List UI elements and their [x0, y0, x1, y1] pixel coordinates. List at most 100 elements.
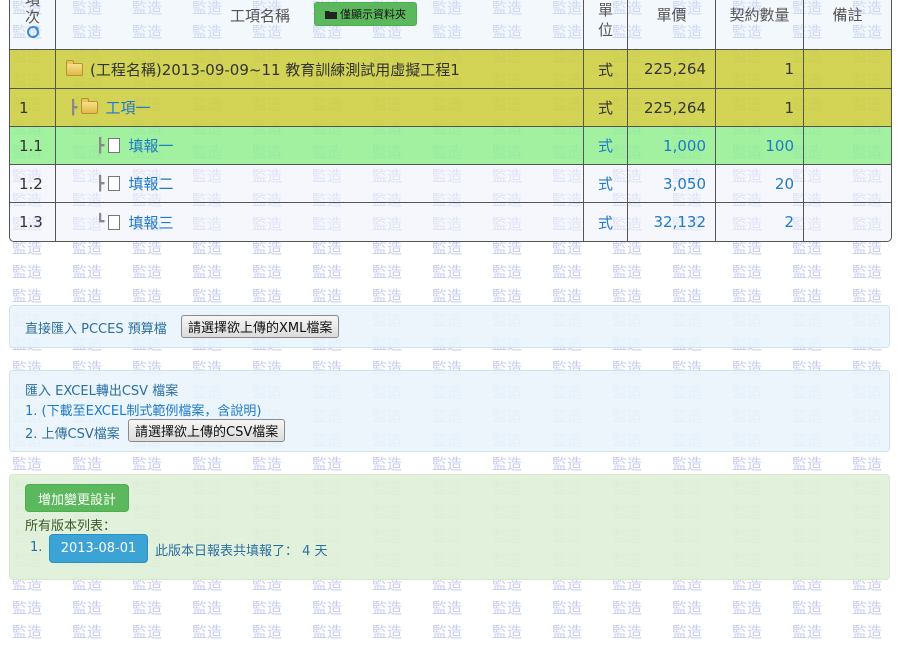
work-items-table: 項 次 工項名稱 僅顯示資料夾 單 位 單價 契約數量 備註 (工程名稱)201… — [9, 0, 892, 242]
version-panel: 增加變更設計 所有版本列表： 1. 2013-08-01 此版本日報表共填報了：… — [9, 474, 890, 580]
watermark-text: 監造 — [732, 455, 763, 473]
row-name: ┗ 填報三 — [55, 203, 583, 241]
watermark-text: 監造 — [12, 263, 43, 281]
row-unit: 式 — [583, 89, 627, 126]
watermark-text: 監造 — [312, 599, 343, 617]
watermark-text: 監造 — [672, 599, 703, 617]
version-item-index: 1. — [30, 540, 43, 555]
subitem-link[interactable]: 填報三 — [128, 212, 173, 233]
table-row-item[interactable]: 1 ┣ 工項一 式 225,264 1 — [10, 88, 891, 126]
table-row-subitem[interactable]: 1.3 ┗ 填報三 式 32,132 2 — [10, 202, 891, 241]
add-change-design-button[interactable]: 增加變更設計 — [25, 484, 130, 512]
watermark-text: 監造 — [552, 455, 583, 473]
row-name: ┣ 工項一 — [55, 89, 583, 126]
header-unit-line1: 單 — [597, 1, 613, 19]
row-price: 32,132 — [627, 203, 715, 241]
watermark-text: 監造 — [132, 287, 163, 305]
table-row-project[interactable]: (工程名稱)2013-09-09~11 教育訓練測試用虛擬工程1 式 225,2… — [10, 49, 891, 88]
watermark-text: 監造 — [612, 623, 643, 641]
watermark-text: 監造 — [852, 287, 883, 305]
subitem-link[interactable]: 填報二 — [128, 173, 173, 194]
header-qty: 契約數量 — [715, 0, 803, 49]
watermark-text: 監造 — [192, 599, 223, 617]
header-note: 備註 — [803, 0, 891, 49]
row-note — [803, 89, 891, 126]
version-report-count: 此版本日報表共填報了： 4 天 — [155, 544, 328, 559]
watermark-text: 監造 — [252, 599, 283, 617]
folder-only-label: 僅顯示資料夾 — [340, 8, 406, 21]
refresh-icon[interactable] — [26, 25, 40, 39]
tree-branch-icon: ┣ — [96, 137, 105, 154]
watermark-text: 監造 — [132, 623, 163, 641]
row-note — [803, 165, 891, 202]
row-unit: 式 — [583, 50, 627, 88]
watermark-text: 監造 — [732, 263, 763, 281]
watermark-text: 監造 — [792, 455, 823, 473]
watermark-text: 監造 — [852, 263, 883, 281]
excel-template-download-link[interactable]: 1. (下載至EXCEL制式範例檔案，含說明) — [25, 400, 261, 419]
header-unit: 單 位 — [583, 0, 627, 49]
watermark-text: 監造 — [672, 623, 703, 641]
subitem-link[interactable]: 填報一 — [128, 135, 173, 156]
csv-upload-label: 2. 上傳CSV檔案 — [25, 427, 120, 442]
row-no: 1.1 — [19, 136, 43, 155]
watermark-text: 監造 — [312, 287, 343, 305]
row-qty: 2 — [715, 203, 803, 241]
watermark-text: 監造 — [672, 455, 703, 473]
watermark-text: 監造 — [372, 599, 403, 617]
watermark-text: 監造 — [792, 263, 823, 281]
watermark-text: 監造 — [432, 455, 463, 473]
folder-icon — [325, 10, 337, 19]
pcces-label: 直接匯入 PCCES 預算檔 — [25, 322, 167, 337]
watermark-text: 監造 — [792, 599, 823, 617]
version-list-label: 所有版本列表： — [25, 519, 117, 534]
row-no — [10, 50, 55, 88]
watermark-text: 監造 — [432, 623, 463, 641]
watermark-text: 監造 — [312, 623, 343, 641]
watermark-text: 監造 — [432, 287, 463, 305]
row-name: ┣ 填報二 — [55, 165, 583, 202]
version-date-button[interactable]: 2013-08-01 — [49, 534, 148, 563]
pcces-import-panel: 直接匯入 PCCES 預算檔 請選擇欲上傳的XML檔案 — [9, 305, 890, 348]
row-price: 225,264 — [627, 50, 715, 88]
watermark-text: 監造 — [252, 623, 283, 641]
watermark-text: 監造 — [372, 287, 403, 305]
watermark-text: 監造 — [72, 599, 103, 617]
document-icon — [108, 214, 121, 230]
watermark-text: 監造 — [552, 263, 583, 281]
row-unit: 式 — [583, 127, 627, 164]
watermark-text: 監造 — [672, 287, 703, 305]
excel-panel-title: 匯入 EXCEL轉出CSV 檔案 — [25, 384, 179, 399]
project-name: (工程名稱)2013-09-09~11 教育訓練測試用虛擬工程1 — [90, 60, 460, 79]
header-price: 單價 — [627, 0, 715, 49]
watermark-text: 監造 — [12, 599, 43, 617]
row-no: 1.3 — [19, 213, 43, 231]
table-row-subitem[interactable]: 1.2 ┣ 填報二 式 3,050 20 — [10, 164, 891, 202]
watermark-text: 監造 — [432, 599, 463, 617]
table-row-subitem[interactable]: 1.1 ┣ 填報一 式 1,000 100 — [10, 126, 891, 164]
row-no: 1 — [19, 98, 29, 117]
watermark-text: 監造 — [252, 287, 283, 305]
watermark-text: 監造 — [252, 263, 283, 281]
watermark-text: 監造 — [372, 455, 403, 473]
row-qty: 1 — [715, 89, 803, 126]
csv-upload-button[interactable]: 請選擇欲上傳的CSV檔案 — [128, 419, 286, 442]
watermark-text: 監造 — [372, 623, 403, 641]
tree-branch-icon: ┗ — [96, 214, 105, 230]
watermark-text: 監造 — [852, 623, 883, 641]
watermark-text: 監造 — [132, 455, 163, 473]
watermark-text: 監造 — [612, 287, 643, 305]
item-link[interactable]: 工項一 — [105, 97, 150, 118]
header-no-line2: 次 — [24, 8, 40, 26]
folder-only-button[interactable]: 僅顯示資料夾 — [314, 2, 417, 26]
watermark-text: 監造 — [852, 455, 883, 473]
header-name-label: 工項名稱 — [229, 6, 290, 25]
watermark-text: 監造 — [12, 623, 43, 641]
watermark-text: 監造 — [192, 263, 223, 281]
watermark-text: 監造 — [132, 263, 163, 281]
watermark-text: 監造 — [12, 287, 43, 305]
xml-upload-button[interactable]: 請選擇欲上傳的XML檔案 — [181, 315, 340, 338]
watermark-text: 監造 — [732, 599, 763, 617]
row-note — [803, 203, 891, 241]
watermark-text: 監造 — [312, 263, 343, 281]
